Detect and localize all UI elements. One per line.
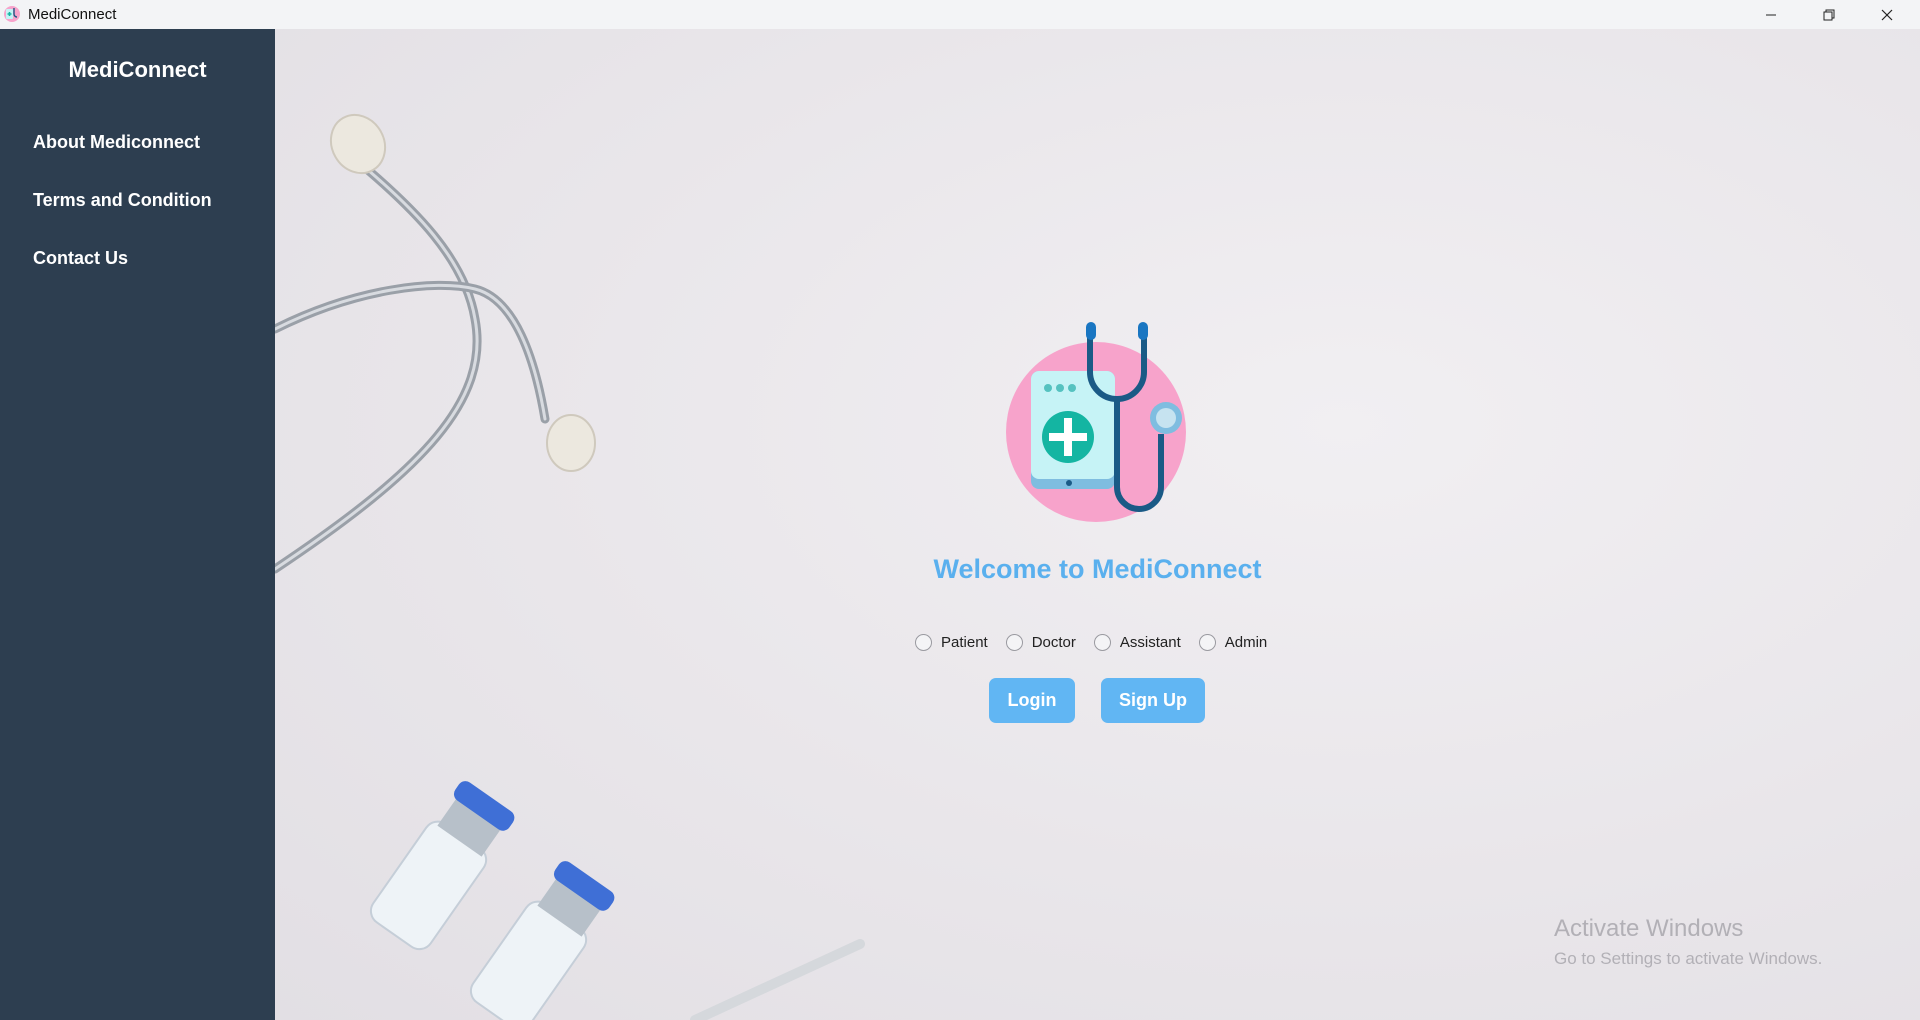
stethoscope-decoration xyxy=(275,154,550,574)
restore-icon xyxy=(1823,9,1835,20)
mediconnect-app-icon xyxy=(4,6,20,22)
sidebar-item-contact[interactable]: Contact Us xyxy=(33,248,128,269)
minimize-button[interactable] xyxy=(1742,0,1800,29)
admin-radio[interactable] xyxy=(1198,633,1216,651)
sidebar: MediConnect About Mediconnect Terms and … xyxy=(0,29,275,1020)
welcome-heading: Welcome to MediConnect xyxy=(933,554,1262,584)
role-option-assistant[interactable]: Assistant xyxy=(1093,633,1181,651)
assistant-label: Assistant xyxy=(1119,633,1181,651)
role-option-patient[interactable]: Patient xyxy=(915,633,988,651)
watermark-title: Activate Windows xyxy=(1554,915,1744,942)
patient-radio[interactable] xyxy=(915,633,932,651)
background-illustration xyxy=(275,113,865,1020)
vials-decoration xyxy=(369,781,865,1020)
stethoscope-clipboard-icon xyxy=(1006,322,1186,522)
admin-label: Admin xyxy=(1224,633,1268,651)
login-button[interactable]: Login xyxy=(989,678,1075,723)
minimize-icon xyxy=(1766,14,1776,15)
close-button[interactable] xyxy=(1858,0,1916,29)
sidebar-item-about[interactable]: About Mediconnect xyxy=(33,132,200,153)
doctor-label: Doctor xyxy=(1031,633,1076,651)
assistant-radio[interactable] xyxy=(1093,633,1111,651)
restore-button[interactable] xyxy=(1800,0,1858,29)
window-title: MediConnect xyxy=(28,6,117,23)
title-bar: MediConnect xyxy=(0,0,1920,30)
role-radio-group: Patient Doctor Assistant Admin xyxy=(915,631,1285,653)
watermark-subtitle: Go to Settings to activate Windows. xyxy=(1554,949,1823,968)
activate-windows-watermark: Activate Windows Go to Settings to activ… xyxy=(1554,915,1822,969)
close-icon xyxy=(1881,9,1893,20)
patient-label: Patient xyxy=(941,633,988,651)
sidebar-item-terms[interactable]: Terms and Condition xyxy=(33,190,212,211)
doctor-radio[interactable] xyxy=(1005,633,1023,651)
signup-button[interactable]: Sign Up xyxy=(1101,678,1205,723)
role-option-admin[interactable]: Admin xyxy=(1198,633,1268,651)
role-option-doctor[interactable]: Doctor xyxy=(1005,633,1076,651)
main-panel: Welcome to MediConnect Patient Doctor As… xyxy=(275,29,1920,1020)
sidebar-brand: MediConnect xyxy=(68,57,207,82)
